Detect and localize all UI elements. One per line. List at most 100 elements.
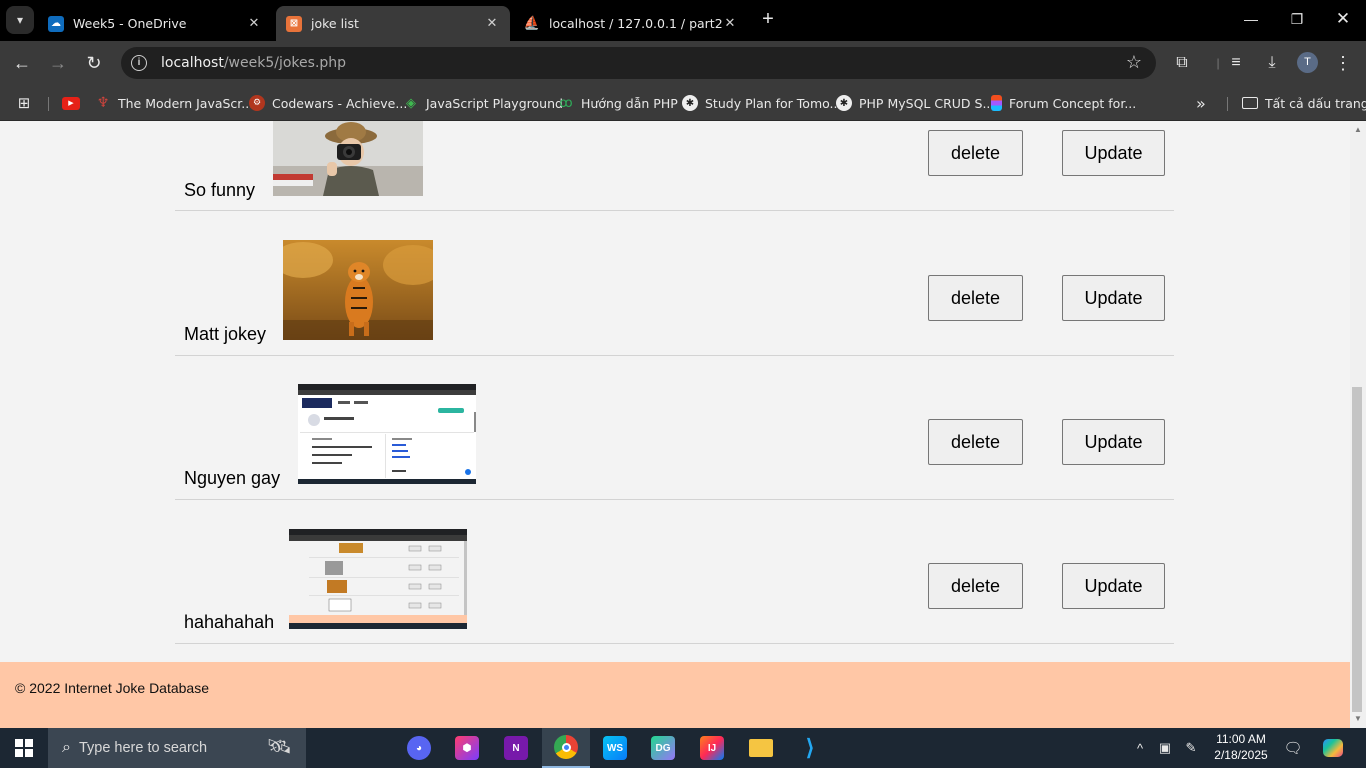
delete-button[interactable]: delete xyxy=(928,275,1023,321)
bookmark-youtube[interactable]: ▶ xyxy=(62,93,87,113)
page-footer: © 2022 Internet Joke Database xyxy=(0,662,1350,728)
chatgpt-icon: ✱ xyxy=(836,95,852,111)
back-button[interactable]: ← xyxy=(10,51,34,75)
taskbar-webstorm[interactable]: WS xyxy=(591,728,639,768)
codewars-icon: ⚙ xyxy=(249,95,265,111)
media-control-icon[interactable]: ≡ xyxy=(1224,51,1248,75)
site-info-icon[interactable]: i xyxy=(131,55,147,71)
close-tab-icon[interactable]: ✕ xyxy=(246,16,262,31)
scroll-down-icon[interactable]: ▼ xyxy=(1350,712,1366,726)
windows-taskbar: ⌕ Type here to search 🛰 ◕ ⬢ N WS DG IJ ⟩… xyxy=(0,728,1366,768)
update-button[interactable]: Update xyxy=(1062,563,1165,609)
tiger-photo xyxy=(283,240,433,340)
tab-search-button[interactable]: ▾ xyxy=(6,6,34,34)
bookmark-study-plan[interactable]: ✱ Study Plan for Tomo... xyxy=(682,93,841,113)
scrollbar-thumb[interactable] xyxy=(1352,387,1362,712)
datagrip-icon: DG xyxy=(651,736,675,760)
javascript-info-icon: ♆ xyxy=(96,95,110,111)
taskbar-intellij[interactable]: IJ xyxy=(688,728,736,768)
bookmarks-divider xyxy=(48,97,49,111)
joke-row: Matt jokey delete Update xyxy=(175,211,1174,356)
joke-row: So funny delete Update xyxy=(175,121,1174,211)
bookmark-codewars[interactable]: ⚙ Codewars - Achieve... xyxy=(249,93,407,113)
close-window-button[interactable]: ✕ xyxy=(1332,8,1354,30)
all-bookmarks-folder[interactable]: Tất cả dấu trang xyxy=(1242,93,1366,113)
discord-icon: ◕ xyxy=(407,736,431,760)
bookmark-forum-concept[interactable]: Forum Concept for... xyxy=(991,93,1136,113)
joke-image xyxy=(298,384,476,484)
intellij-icon: IJ xyxy=(700,736,724,760)
joke-list-screenshot xyxy=(289,529,467,629)
minimize-button[interactable]: — xyxy=(1240,8,1262,30)
joke-image xyxy=(283,240,433,340)
restore-button[interactable]: ❐ xyxy=(1286,8,1308,30)
taskbar-vscode[interactable]: ⟩ xyxy=(786,728,834,768)
start-button[interactable] xyxy=(0,728,48,768)
taskbar-onenote[interactable]: N xyxy=(492,728,540,768)
tab-joke-list[interactable]: ⊠ joke list ✕ xyxy=(276,6,510,41)
update-button[interactable]: Update xyxy=(1062,130,1165,176)
phpmyadmin-icon: ⛵ xyxy=(523,16,541,31)
vscode-icon: ⟩ xyxy=(805,735,815,760)
notification-icon[interactable]: 🗨 xyxy=(1282,728,1304,768)
taskbar-app-cube[interactable]: ⬢ xyxy=(443,728,491,768)
update-button[interactable]: Update xyxy=(1062,419,1165,465)
profile-avatar[interactable]: T xyxy=(1297,52,1318,73)
address-bar[interactable]: i localhost/week5/jokes.php ☆ xyxy=(121,47,1156,79)
taskbar-datagrip[interactable]: DG xyxy=(639,728,687,768)
scroll-up-icon[interactable]: ▲ xyxy=(1350,123,1366,137)
windows-logo-icon xyxy=(15,739,33,757)
dashboard-screenshot xyxy=(298,384,476,484)
delete-button[interactable]: delete xyxy=(928,563,1023,609)
folder-icon xyxy=(749,739,773,757)
gfg-icon: ꝏ xyxy=(559,95,573,111)
taskbar-chrome[interactable] xyxy=(542,728,590,768)
bookmark-php-mysql-crud[interactable]: ✱ PHP MySQL CRUD S... xyxy=(836,93,994,113)
update-button[interactable]: Update xyxy=(1062,275,1165,321)
tab-onedrive[interactable]: ☁ Week5 - OneDrive ✕ xyxy=(38,6,272,41)
playground-icon: ◈ xyxy=(406,95,416,111)
joke-text: Matt jokey xyxy=(184,324,267,344)
close-tab-icon[interactable]: ✕ xyxy=(722,16,738,31)
folder-icon xyxy=(1242,97,1258,109)
joke-image xyxy=(289,529,467,629)
page-scrollbar[interactable]: ▲ ▼ xyxy=(1350,121,1366,728)
apps-grid-icon[interactable]: ⊞ xyxy=(16,93,39,113)
joke-image xyxy=(273,121,423,196)
taskbar-file-explorer[interactable] xyxy=(737,728,785,768)
tray-pen-icon[interactable]: ✎ xyxy=(1181,728,1201,768)
bookmark-star-icon[interactable]: ☆ xyxy=(1126,52,1142,73)
delete-button[interactable]: delete xyxy=(928,419,1023,465)
cube-app-icon: ⬢ xyxy=(455,736,479,760)
close-tab-icon[interactable]: ✕ xyxy=(484,16,500,31)
joke-text: So funny xyxy=(184,180,256,200)
delete-button[interactable]: delete xyxy=(928,130,1023,176)
taskbar-clock[interactable]: 11:00 AM 2/18/2025 xyxy=(1205,731,1277,763)
tab-phpmyadmin[interactable]: ⛵ localhost / 127.0.0.1 / part2 / jok ✕ xyxy=(514,6,748,41)
browser-toolbar: ← → ↻ i localhost/week5/jokes.php ☆ ⧉ | … xyxy=(0,41,1366,85)
chatgpt-icon: ✱ xyxy=(682,95,698,111)
bookmark-modern-javascript[interactable]: ♆ The Modern JavaScr... xyxy=(95,93,254,113)
footer-copyright: © 2022 Internet Joke Database xyxy=(15,680,209,696)
tray-device-icon[interactable]: ▣ xyxy=(1155,728,1175,768)
download-icon[interactable]: ⤓ xyxy=(1260,51,1284,75)
taskbar-discord[interactable]: ◕ xyxy=(395,728,443,768)
bookmark-javascript-playground[interactable]: ◈ JavaScript Playground xyxy=(403,93,563,113)
copilot-icon[interactable] xyxy=(1320,728,1346,768)
tray-overflow-icon[interactable]: ^ xyxy=(1130,728,1150,768)
search-icon: ⌕ xyxy=(62,739,71,756)
more-bookmarks-chevron-icon[interactable]: » xyxy=(1196,93,1206,113)
extensions-icon[interactable]: ⧉ xyxy=(1170,51,1194,75)
reload-button[interactable]: ↻ xyxy=(82,51,106,75)
taskbar-search-box[interactable]: ⌕ Type here to search 🛰 xyxy=(48,728,306,768)
figma-icon xyxy=(991,95,1002,111)
menu-kebab-icon[interactable]: ⋮ xyxy=(1331,51,1355,75)
photographer-photo xyxy=(273,121,423,196)
new-tab-button[interactable]: + xyxy=(757,8,779,30)
bookmark-huong-dan-php[interactable]: ꝏ Hướng dẫn PHP xyxy=(558,93,677,113)
onedrive-icon: ☁ xyxy=(48,15,64,32)
youtube-icon: ▶ xyxy=(62,96,80,110)
joke-text: hahahahah xyxy=(184,612,275,632)
forward-button[interactable]: → xyxy=(46,51,70,75)
chrome-icon xyxy=(554,735,578,759)
